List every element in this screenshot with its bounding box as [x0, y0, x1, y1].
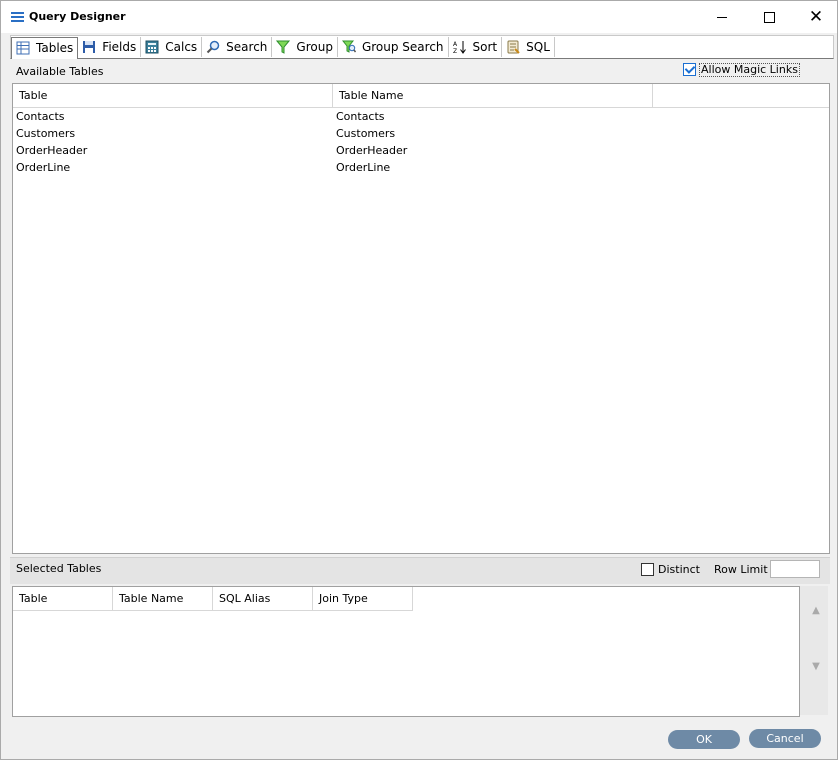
table-row[interactable]: OrderHeader OrderHeader: [13, 142, 829, 159]
funnel-search-icon: [341, 40, 357, 54]
app-menu-icon[interactable]: [11, 12, 24, 22]
calculator-icon: [145, 40, 159, 54]
move-up-icon[interactable]: ▲: [811, 605, 821, 616]
table-row[interactable]: Customers Customers: [13, 125, 829, 142]
save-icon: [82, 40, 96, 54]
tab-search[interactable]: Search: [202, 37, 273, 57]
tab-calcs[interactable]: Calcs: [141, 37, 203, 57]
selected-tables-label: Selected Tables: [16, 562, 102, 575]
allow-magic-links-label[interactable]: Allow Magic Links: [699, 63, 800, 77]
selected-tables-header: Table Table Name SQL Alias Join Type: [13, 587, 413, 611]
selected-tables-bar: [10, 557, 830, 584]
cancel-button[interactable]: Cancel: [749, 729, 821, 748]
window-title: Query Designer: [29, 10, 126, 23]
table-cell: Customers: [16, 127, 76, 140]
distinct-label: Distinct: [658, 563, 700, 576]
table-cell: OrderLine: [16, 161, 71, 174]
tab-tables-label: Tables: [36, 41, 74, 55]
tab-group[interactable]: Group: [272, 37, 338, 57]
svg-text:A: A: [453, 41, 458, 48]
tab-sql-label: SQL: [526, 40, 550, 54]
svg-text:Z: Z: [453, 48, 457, 54]
close-button[interactable]: ✕: [793, 1, 838, 33]
available-tables-grid: Table Table Name Contacts Contacts Custo…: [12, 83, 830, 554]
tab-calcs-label: Calcs: [165, 40, 198, 54]
column-header-table-name[interactable]: Table Name: [113, 587, 213, 610]
table-name-cell: OrderLine: [336, 161, 391, 174]
designer-toolbar: Tables Fields Calcs Search Group Group S…: [10, 35, 834, 59]
available-tables-header: Table Table Name: [13, 84, 829, 108]
tab-sort[interactable]: AZ Sort: [449, 37, 503, 57]
query-designer-window: Query Designer ✕ Tables Fields Calcs Sea…: [0, 0, 838, 760]
table-row[interactable]: Contacts Contacts: [13, 108, 829, 125]
table-cell: Contacts: [16, 110, 65, 123]
column-header-sql-alias[interactable]: SQL Alias: [213, 587, 313, 610]
column-header-table-name[interactable]: Table Name: [333, 84, 653, 107]
title-bar: Query Designer ✕: [1, 1, 837, 33]
column-header-join-type[interactable]: Join Type: [313, 587, 413, 610]
selected-tables-grid: Table Table Name SQL Alias Join Type: [12, 586, 800, 717]
move-down-icon[interactable]: ▼: [811, 661, 821, 672]
tab-sort-label: Sort: [472, 40, 498, 54]
tab-group-search[interactable]: Group Search: [338, 37, 449, 57]
table-name-cell: Customers: [336, 127, 396, 140]
funnel-icon: [276, 40, 291, 54]
column-header-filler: [653, 84, 829, 107]
sql-script-icon: [506, 40, 520, 54]
table-icon: [16, 41, 30, 55]
tab-group-label: Group: [296, 40, 333, 54]
row-limit-label: Row Limit: [714, 563, 768, 576]
table-name-cell: OrderHeader: [336, 144, 408, 157]
minimize-button[interactable]: [699, 1, 745, 33]
maximize-button[interactable]: [746, 1, 792, 33]
table-row[interactable]: OrderLine OrderLine: [13, 159, 829, 176]
tab-fields-label: Fields: [102, 40, 137, 54]
tab-group-search-label: Group Search: [361, 40, 444, 54]
tab-tables[interactable]: Tables: [11, 36, 79, 59]
minimize-icon: [717, 16, 727, 18]
sort-az-icon: AZ: [453, 40, 467, 55]
tab-fields[interactable]: Fields: [78, 37, 142, 57]
maximize-icon: [763, 11, 775, 23]
column-header-table[interactable]: Table: [13, 587, 113, 610]
tab-search-label: Search: [226, 40, 268, 54]
column-header-table[interactable]: Table: [13, 84, 333, 107]
distinct-checkbox[interactable]: [641, 563, 654, 576]
available-tables-label: Available Tables: [16, 65, 104, 78]
ok-button[interactable]: OK: [668, 730, 740, 749]
table-cell: OrderHeader: [16, 144, 88, 157]
close-icon: ✕: [808, 7, 824, 27]
tab-sql[interactable]: SQL: [502, 37, 555, 57]
allow-magic-links-checkbox[interactable]: [683, 63, 696, 76]
magnifier-icon: [206, 40, 220, 54]
row-limit-input[interactable]: [770, 560, 820, 578]
table-name-cell: Contacts: [336, 110, 385, 123]
